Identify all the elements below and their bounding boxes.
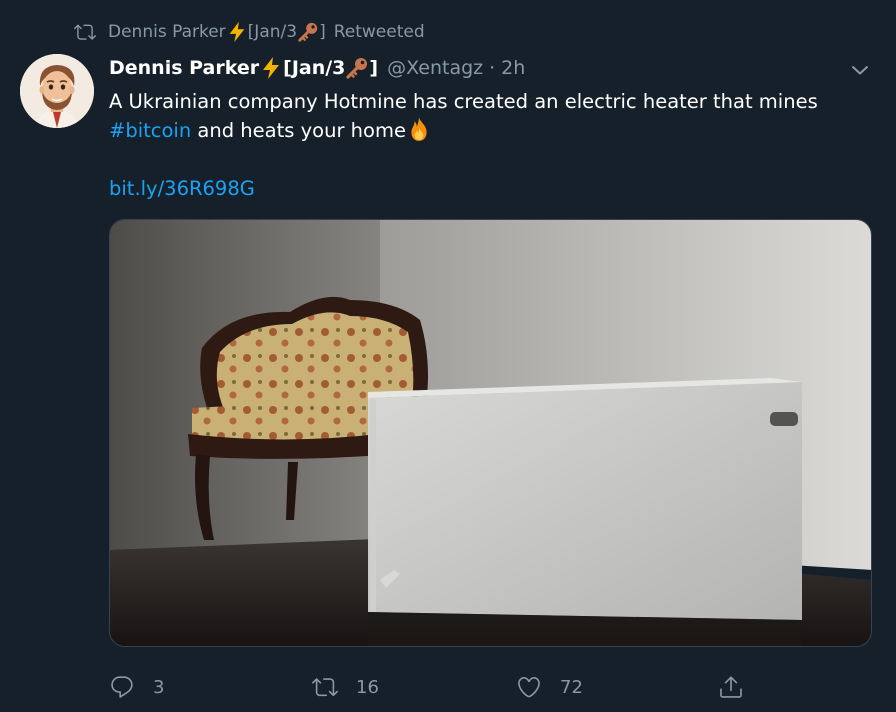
tweet-actions: 3 16 72 — [109, 672, 749, 702]
author-tag-end: ] — [369, 57, 379, 79]
chevron-down-icon[interactable] — [848, 58, 872, 82]
retweeter-name[interactable]: Dennis Parker — [108, 22, 226, 42]
retweet-button[interactable]: 16 — [312, 672, 379, 702]
reply-icon — [111, 676, 133, 698]
tweet-header: Dennis Parker [Jan/3 ] @Xentagz · 2h — [109, 54, 525, 82]
retweeter-tag: [Jan/3 — [247, 22, 298, 42]
tweet-media-image[interactable] — [109, 219, 872, 647]
fire-emoji — [411, 117, 427, 141]
tweet-link-row: bit.ly/36R698G — [109, 174, 255, 203]
author-name: Dennis Parker — [109, 57, 260, 79]
author-display-name[interactable]: Dennis Parker [Jan/3 ] — [109, 56, 378, 80]
author-handle[interactable]: @Xentagz — [387, 57, 483, 79]
tweet-text-line2: and heats your home — [191, 119, 406, 142]
tweet[interactable]: Dennis Parker [Jan/3 ] Retweeted Dennis … — [0, 0, 896, 712]
retweeter-tag-end: ] — [319, 22, 326, 42]
key-emoji — [298, 22, 318, 42]
retweet-context[interactable]: Dennis Parker [Jan/3 ] Retweeted — [74, 19, 425, 45]
share-button[interactable] — [718, 672, 744, 702]
lightning-emoji — [263, 57, 280, 79]
retweet-icon — [74, 24, 96, 40]
author-tag: [Jan/3 — [283, 57, 346, 79]
shortened-link[interactable]: bit.ly/36R698G — [109, 177, 255, 200]
tweet-timestamp[interactable]: 2h — [501, 57, 525, 79]
lightning-emoji — [229, 21, 245, 43]
reply-count: 3 — [153, 676, 165, 698]
retweeted-label: Retweeted — [333, 22, 425, 42]
heart-icon — [518, 676, 540, 698]
hashtag-link[interactable]: #bitcoin — [109, 119, 191, 142]
like-button[interactable]: 72 — [516, 672, 583, 702]
retweet-icon — [312, 678, 338, 697]
share-icon — [720, 676, 742, 698]
avatar-image — [20, 54, 94, 128]
like-count: 72 — [560, 676, 583, 698]
heater-photo — [110, 220, 871, 646]
avatar[interactable] — [20, 54, 94, 128]
tweet-text: A Ukrainian company Hotmine has created … — [109, 87, 879, 145]
tweet-text-line1: A Ukrainian company Hotmine has created … — [109, 90, 818, 113]
key-emoji — [346, 58, 368, 79]
retweet-count: 16 — [356, 676, 379, 698]
separator-dot: · — [489, 57, 496, 79]
reply-button[interactable]: 3 — [109, 672, 164, 702]
